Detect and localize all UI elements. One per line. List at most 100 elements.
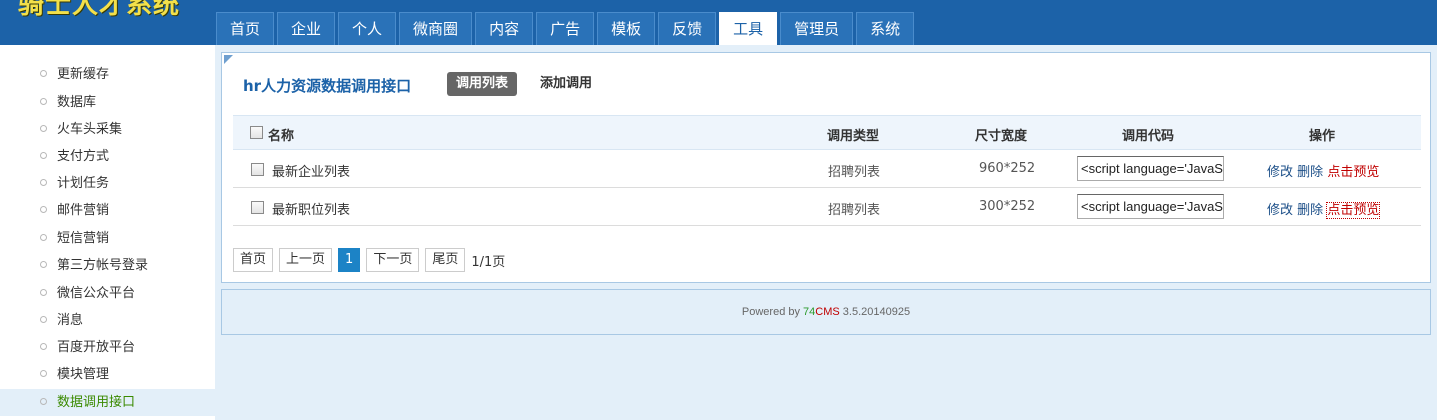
- pager-info: 1/1页: [471, 254, 506, 270]
- nav-tab-micro-circle[interactable]: 微商圈: [399, 12, 473, 45]
- column-header-size: 尺寸宽度: [975, 129, 1028, 144]
- pager-current-page[interactable]: 1: [338, 248, 361, 272]
- bullet-icon: [40, 261, 47, 268]
- row-checkbox[interactable]: [251, 162, 264, 177]
- row-type: 招聘列表: [828, 203, 881, 218]
- edit-link[interactable]: 修改: [1267, 165, 1293, 180]
- bullet-icon: [40, 152, 47, 159]
- bullet-icon: [40, 179, 47, 186]
- footer-version: 3.5.20140925: [839, 306, 911, 318]
- sidebar-item-label: 邮件营销: [57, 203, 110, 218]
- main-nav: 首页 企业 个人 微商圈 内容 广告 模板 反馈 工具 管理员 系统: [216, 12, 917, 45]
- delete-link[interactable]: 删除: [1297, 165, 1323, 180]
- sidebar-item-label: 短信营销: [57, 231, 110, 246]
- bullet-icon: [40, 206, 47, 213]
- row-actions: 修改 删除 点击预览: [1267, 161, 1379, 180]
- row-checkbox[interactable]: [251, 200, 264, 215]
- sidebar: 更新缓存 数据库 火车头采集 支付方式 计划任务 邮件营销 短信营销 第三方帐号…: [0, 45, 215, 420]
- bullet-icon: [40, 98, 47, 105]
- checkbox-icon: [251, 201, 264, 214]
- checkbox-icon: [251, 163, 264, 176]
- nav-tab-templates[interactable]: 模板: [597, 12, 656, 45]
- sidebar-item-wechat[interactable]: 微信公众平台: [0, 280, 215, 307]
- preview-link[interactable]: 点击预览: [1326, 202, 1381, 219]
- nav-tab-admins[interactable]: 管理员: [780, 12, 854, 45]
- column-header-name: 名称: [268, 129, 295, 144]
- sidebar-item-label: 消息: [57, 313, 84, 328]
- sidebar-item-update-cache[interactable]: 更新缓存: [0, 61, 215, 88]
- table-row: 最新企业列表 招聘列表 960*252 <script language='Ja…: [233, 150, 1421, 188]
- footer: Powered by 74CMS 3.5.20140925: [221, 289, 1431, 335]
- corner-marker-icon: [224, 55, 233, 64]
- row-size: 960*252: [979, 161, 1036, 176]
- nav-tab-personal[interactable]: 个人: [338, 12, 397, 45]
- sidebar-item-scheduled-tasks[interactable]: 计划任务: [0, 170, 215, 197]
- footer-prefix: Powered by: [741, 306, 804, 318]
- sidebar-item-label: 计划任务: [57, 176, 110, 191]
- preview-link[interactable]: 点击预览: [1327, 165, 1379, 180]
- sidebar-item-payment[interactable]: 支付方式: [0, 143, 215, 170]
- sidebar-item-label: 第三方帐号登录: [57, 258, 149, 273]
- sidebar-item-messages[interactable]: 消息: [0, 307, 215, 334]
- sidebar-item-modules[interactable]: 模块管理: [0, 361, 215, 388]
- bullet-icon: [40, 125, 47, 132]
- table-header: 名称 调用类型 尺寸宽度 调用代码 操作: [233, 115, 1421, 150]
- sidebar-item-sms-marketing[interactable]: 短信营销: [0, 225, 215, 252]
- pagination: 首页 上一页 1 下一页 尾页 1/1页: [233, 248, 505, 272]
- logo: 骑士人才系统: [18, 0, 181, 20]
- delete-link[interactable]: 删除: [1297, 203, 1323, 218]
- column-header-type: 调用类型: [827, 129, 880, 144]
- sidebar-item-label: 数据调用接口: [57, 395, 136, 410]
- pager-prev-button[interactable]: 上一页: [279, 248, 333, 272]
- bullet-icon: [40, 343, 47, 350]
- sidebar-item-label: 数据库: [57, 95, 97, 110]
- page-title: hr人力资源数据调用接口: [243, 77, 412, 95]
- bullet-icon: [40, 398, 47, 405]
- nav-tab-feedback[interactable]: 反馈: [658, 12, 717, 45]
- nav-tab-tools[interactable]: 工具: [719, 12, 778, 45]
- bullet-icon: [40, 316, 47, 323]
- sidebar-item-label: 火车头采集: [57, 122, 123, 137]
- nav-tab-company[interactable]: 企业: [277, 12, 336, 45]
- edit-link[interactable]: 修改: [1267, 203, 1293, 218]
- nav-tab-content[interactable]: 内容: [475, 12, 534, 45]
- footer-brand-cms: CMS: [815, 306, 840, 318]
- sidebar-item-baidu-open[interactable]: 百度开放平台: [0, 334, 215, 361]
- sidebar-item-label: 更新缓存: [57, 67, 110, 82]
- row-code-field[interactable]: <script language='JavaScript': [1077, 194, 1224, 219]
- sidebar-item-email-marketing[interactable]: 邮件营销: [0, 197, 215, 224]
- nav-tab-home[interactable]: 首页: [216, 12, 275, 45]
- row-name: 最新职位列表: [272, 203, 351, 218]
- column-header-ops: 操作: [1309, 129, 1336, 144]
- table-row: 最新职位列表 招聘列表 300*252 <script language='Ja…: [233, 188, 1421, 226]
- pager-last-button[interactable]: 尾页: [425, 248, 466, 272]
- row-name: 最新企业列表: [272, 165, 351, 180]
- sidebar-item-database[interactable]: 数据库: [0, 89, 215, 116]
- tab-call-list[interactable]: 调用列表: [447, 72, 518, 96]
- row-actions: 修改 删除 点击预览: [1267, 199, 1381, 219]
- row-size: 300*252: [979, 199, 1036, 214]
- row-type: 招聘列表: [828, 165, 881, 180]
- pager-first-button[interactable]: 首页: [233, 248, 274, 272]
- nav-tab-ads[interactable]: 广告: [536, 12, 595, 45]
- row-code-field[interactable]: <script language='JavaScript': [1077, 156, 1224, 181]
- top-header: 骑士人才系统 首页 企业 个人 微商圈 内容 广告 模板 反馈 工具 管理员 系…: [0, 0, 1437, 45]
- tab-add-call[interactable]: 添加调用: [531, 72, 601, 96]
- sidebar-item-data-api[interactable]: 数据调用接口: [0, 389, 215, 416]
- sidebar-item-label: 百度开放平台: [57, 340, 136, 355]
- pager-next-button[interactable]: 下一页: [366, 248, 420, 272]
- sidebar-item-collector[interactable]: 火车头采集: [0, 116, 215, 143]
- bullet-icon: [40, 289, 47, 296]
- bullet-icon: [40, 370, 47, 377]
- checkbox-icon: [250, 126, 263, 139]
- nav-tab-system[interactable]: 系统: [856, 12, 915, 45]
- column-header-code: 调用代码: [1122, 129, 1175, 144]
- bullet-icon: [40, 70, 47, 77]
- sidebar-item-label: 支付方式: [57, 149, 110, 164]
- sidebar-item-third-party-login[interactable]: 第三方帐号登录: [0, 252, 215, 279]
- sidebar-item-label: 模块管理: [57, 367, 110, 382]
- bullet-icon: [40, 234, 47, 241]
- select-all-checkbox[interactable]: [250, 125, 263, 140]
- sidebar-item-label: 微信公众平台: [57, 286, 136, 301]
- footer-brand-74: 74: [803, 306, 816, 318]
